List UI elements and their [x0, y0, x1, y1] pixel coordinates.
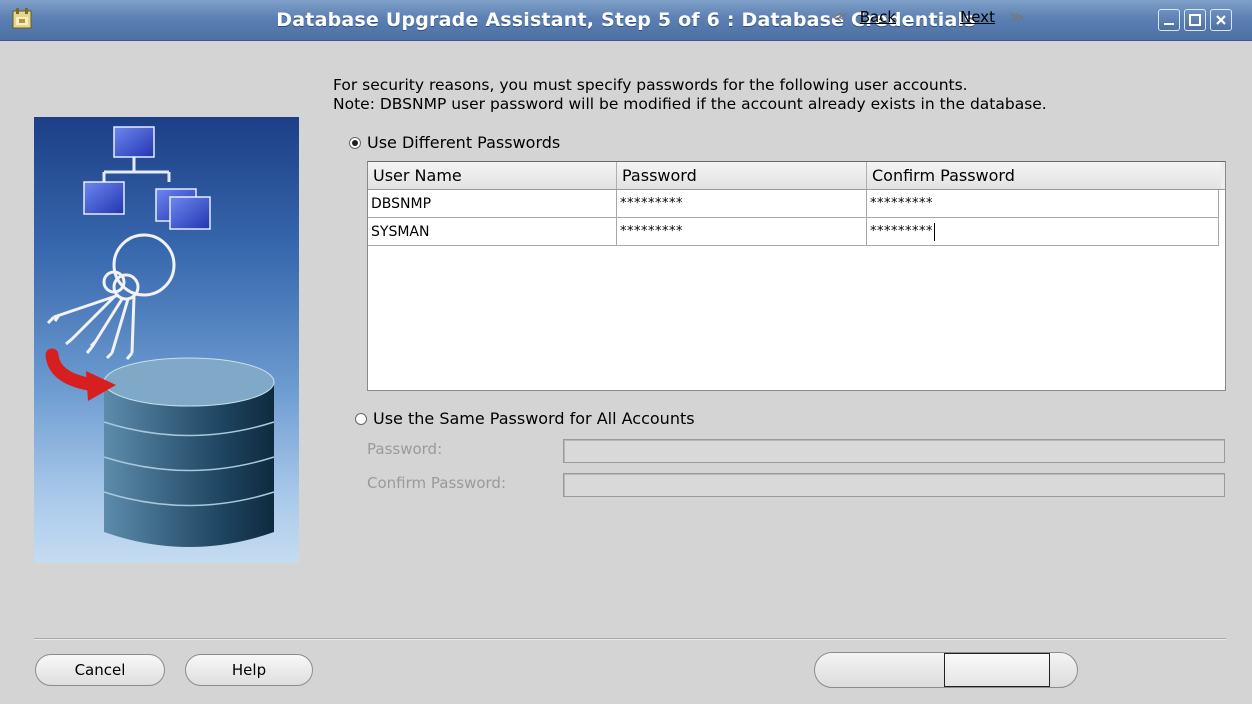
user-name-cell: DBSNMP [368, 190, 617, 218]
wizard-illustration [34, 117, 299, 563]
back-button[interactable]: ≪ Back [832, 2, 937, 32]
same-confirm-password-input[interactable] [563, 473, 1225, 497]
network-icon [83, 126, 211, 230]
database-cylinder-icon [103, 357, 275, 547]
next-button[interactable]: Next ≫ [960, 2, 1060, 32]
maximize-icon [1189, 14, 1201, 26]
database-keys-illustration [45, 126, 275, 547]
user-name-cell: SYSMAN [368, 218, 617, 246]
next-button-label: Next [960, 8, 995, 26]
same-confirm-password-label: Confirm Password: [367, 474, 507, 492]
use-same-password-option[interactable]: Use the Same Password for All Accounts [355, 409, 695, 428]
close-icon [1216, 15, 1226, 25]
intro-text: For security reasons, you must specify p… [333, 76, 1047, 114]
confirm-password-cell[interactable]: ********* [867, 190, 1219, 218]
window-title: Database Upgrade Assistant, Step 5 of 6 … [276, 9, 976, 31]
confirm-password-cell-active[interactable]: ********* [867, 218, 1219, 246]
different-passwords-radio[interactable] [349, 136, 361, 149]
credentials-table: User Name Password Confirm Password DBSN… [367, 161, 1226, 391]
same-password-radio[interactable] [355, 412, 367, 425]
back-arrow-icon: ≪ [832, 8, 848, 26]
same-password-label-password: Password: [367, 440, 443, 458]
close-button[interactable] [1210, 9, 1232, 31]
next-button-focus [944, 653, 1050, 687]
minimize-icon [1164, 23, 1174, 25]
minimize-button[interactable] [1158, 9, 1180, 31]
same-password-label: Use the Same Password for All Accounts [373, 409, 695, 428]
different-passwords-label: Use Different Passwords [367, 133, 561, 152]
help-button[interactable]: Help [185, 654, 313, 686]
column-header-confirm-password[interactable]: Confirm Password [867, 162, 1221, 189]
cancel-button[interactable]: Cancel [35, 654, 165, 686]
maximize-button[interactable] [1184, 9, 1206, 31]
use-different-passwords-option[interactable]: Use Different Passwords [349, 133, 560, 152]
back-button-label: Back [859, 8, 897, 26]
same-password-input[interactable] [563, 439, 1225, 463]
table-row: SYSMAN ********* ********* [368, 218, 1225, 246]
intro-line-2: Note: DBSNMP user password will be modif… [333, 95, 1047, 113]
confirm-password-value: ********* [870, 224, 933, 239]
column-header-password[interactable]: Password [617, 162, 867, 189]
table-header: User Name Password Confirm Password [368, 162, 1225, 190]
intro-line-1: For security reasons, you must specify p… [333, 76, 968, 94]
password-cell[interactable]: ********* [617, 218, 867, 246]
column-header-user-name[interactable]: User Name [368, 162, 617, 189]
title-bar: Database Upgrade Assistant, Step 5 of 6 … [0, 0, 1252, 41]
next-arrow-icon: ≫ [1008, 8, 1025, 26]
text-caret [934, 222, 935, 241]
footer-separator [34, 638, 1226, 640]
table-row: DBSNMP ********* ********* [368, 190, 1225, 218]
keys-icon [46, 233, 176, 360]
password-cell[interactable]: ********* [617, 190, 867, 218]
